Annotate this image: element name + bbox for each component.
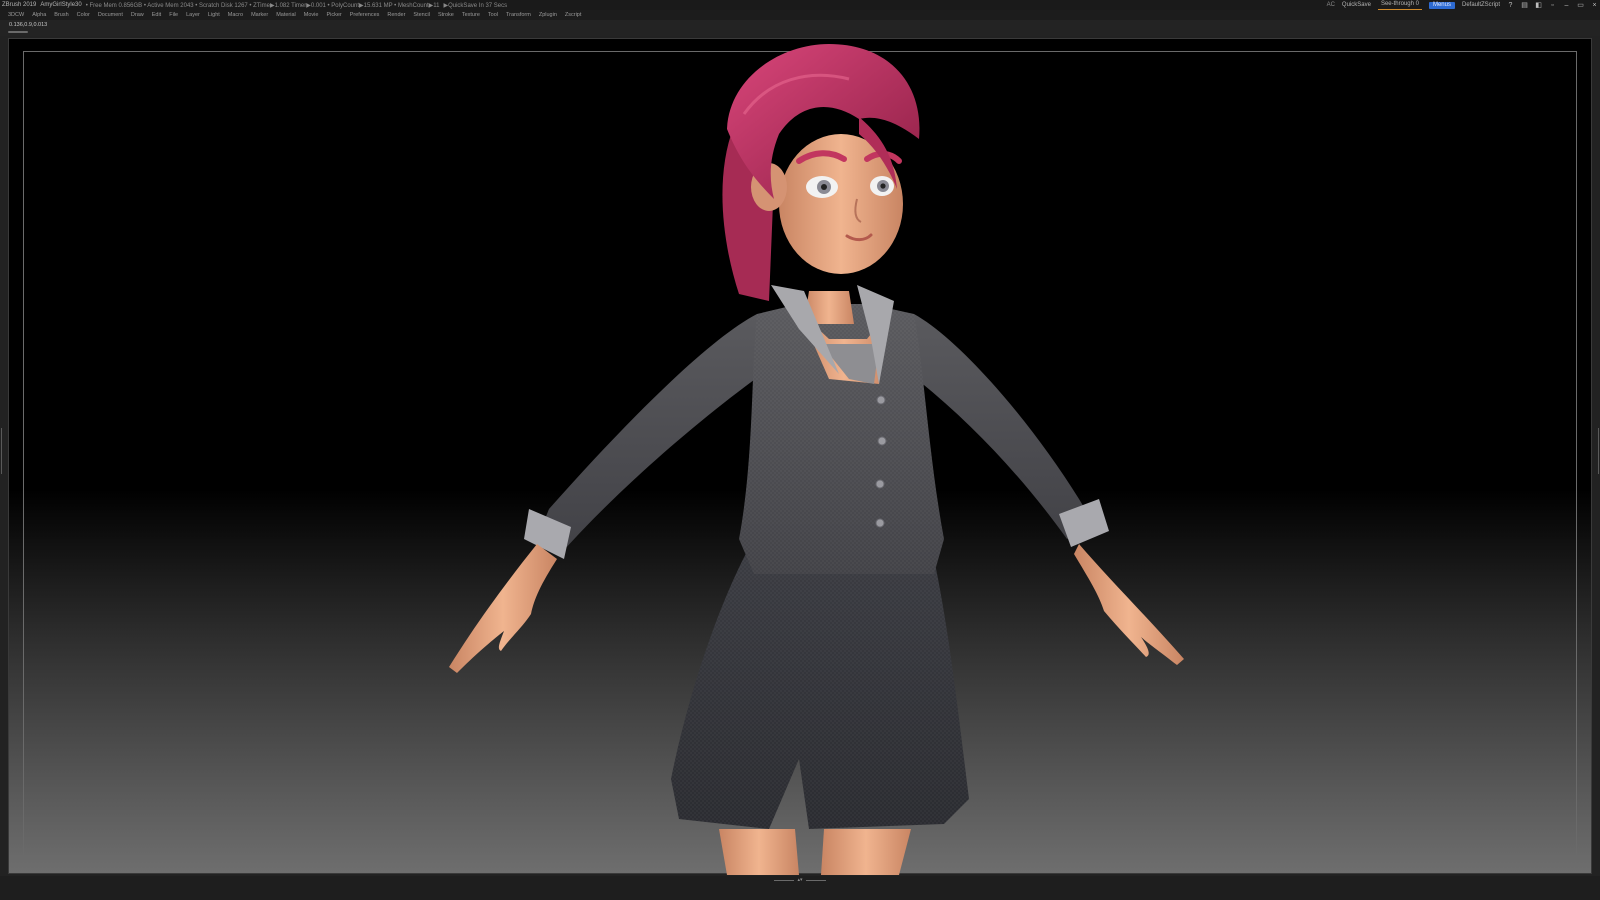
title-bar: ZBrush 2019 AmyGirlStyle30 • Free Mem 0.… bbox=[0, 0, 1600, 10]
skirt-texture bbox=[671, 544, 969, 829]
document-name: AmyGirlStyle30 bbox=[40, 2, 82, 8]
toolbar-scroll-handle[interactable] bbox=[8, 31, 28, 33]
menu-draw[interactable]: Draw bbox=[131, 12, 144, 18]
menu-zplugin[interactable]: Zplugin bbox=[539, 12, 557, 18]
quicksave-button[interactable]: QuickSave bbox=[1342, 2, 1371, 8]
right-pupil bbox=[880, 183, 886, 189]
menu-stroke[interactable]: Stroke bbox=[438, 12, 454, 18]
menu-movie[interactable]: Movie bbox=[304, 12, 319, 18]
menu-edit[interactable]: Edit bbox=[152, 12, 161, 18]
menu-marker[interactable]: Marker bbox=[251, 12, 268, 18]
expand-arrows-icon[interactable]: ▴▾ bbox=[797, 878, 802, 883]
jacket-button-1 bbox=[876, 395, 886, 405]
menu-document[interactable]: Document bbox=[98, 12, 123, 18]
menu-bar: 3DCW Alpha Brush Color Document Draw Edi… bbox=[0, 10, 1600, 20]
menu-color[interactable]: Color bbox=[77, 12, 90, 18]
palette-icon[interactable]: ◧ bbox=[1535, 2, 1542, 9]
app-name: ZBrush 2019 bbox=[2, 2, 37, 8]
jacket-button-2 bbox=[877, 436, 887, 446]
restore-icon[interactable]: ▭ bbox=[1577, 2, 1584, 9]
left-sleeve bbox=[539, 314, 769, 549]
close-icon[interactable]: × bbox=[1591, 2, 1598, 9]
menu-file[interactable]: File bbox=[169, 12, 178, 18]
handle-bar-right bbox=[805, 879, 826, 881]
menu-zscript[interactable]: Zscript bbox=[565, 12, 582, 18]
menu-3dcw[interactable]: 3DCW bbox=[8, 12, 24, 18]
zbrush-window: ZBrush 2019 AmyGirlStyle30 • Free Mem 0.… bbox=[0, 0, 1600, 900]
left-tray-handle[interactable] bbox=[1, 428, 6, 474]
lock-icon[interactable]: ▫ bbox=[1549, 2, 1556, 9]
menu-render[interactable]: Render bbox=[387, 12, 405, 18]
minimize-icon[interactable]: – bbox=[1563, 2, 1570, 9]
menu-macro[interactable]: Macro bbox=[228, 12, 243, 18]
menu-transform[interactable]: Transform bbox=[506, 12, 531, 18]
canvas[interactable] bbox=[9, 39, 1593, 875]
menu-brush[interactable]: Brush bbox=[54, 12, 68, 18]
coordinates-readout: 0.136,0.9,0.013 bbox=[9, 22, 48, 28]
bottom-tray: ▴▾ bbox=[0, 876, 1600, 900]
left-pupil bbox=[821, 184, 827, 190]
right-hand bbox=[1074, 544, 1184, 665]
left-hand bbox=[449, 544, 557, 673]
menu-alpha[interactable]: Alpha bbox=[32, 12, 46, 18]
layout-icon[interactable]: ▤ bbox=[1521, 2, 1528, 9]
help-icon[interactable]: ? bbox=[1507, 2, 1514, 9]
menu-light[interactable]: Light bbox=[208, 12, 220, 18]
menu-tool[interactable]: Tool bbox=[488, 12, 498, 18]
jacket-button-3 bbox=[875, 479, 885, 489]
menu-picker[interactable]: Picker bbox=[326, 12, 341, 18]
quicksave-status: ▶QuickSave In 37 Secs bbox=[443, 2, 508, 9]
right-tray-handle[interactable] bbox=[1594, 428, 1599, 474]
document-viewport[interactable] bbox=[8, 38, 1593, 875]
bottom-tray-handle[interactable]: ▴▾ bbox=[773, 878, 827, 883]
left-leg bbox=[719, 829, 799, 875]
see-through-slider[interactable]: See-through 0 bbox=[1377, 1, 1422, 10]
menu-material[interactable]: Material bbox=[276, 12, 296, 18]
jacket-button-4 bbox=[875, 518, 885, 528]
menu-stencil[interactable]: Stencil bbox=[413, 12, 430, 18]
menu-texture[interactable]: Texture bbox=[462, 12, 480, 18]
ac-toggle[interactable]: AC bbox=[1327, 2, 1335, 8]
menu-preferences[interactable]: Preferences bbox=[350, 12, 380, 18]
right-leg bbox=[821, 829, 911, 875]
menus-button[interactable]: Menus bbox=[1428, 1, 1455, 9]
handle-bar-left bbox=[774, 879, 795, 881]
menu-layer[interactable]: Layer bbox=[186, 12, 200, 18]
default-zscript-button[interactable]: DefaultZScript bbox=[1462, 2, 1500, 8]
character-model[interactable] bbox=[9, 39, 1593, 875]
status-text: • Free Mem 0.856GB • Active Mem 2043 • S… bbox=[85, 2, 440, 9]
sub-toolbar: 0.136,0.9,0.013 bbox=[0, 20, 1600, 36]
